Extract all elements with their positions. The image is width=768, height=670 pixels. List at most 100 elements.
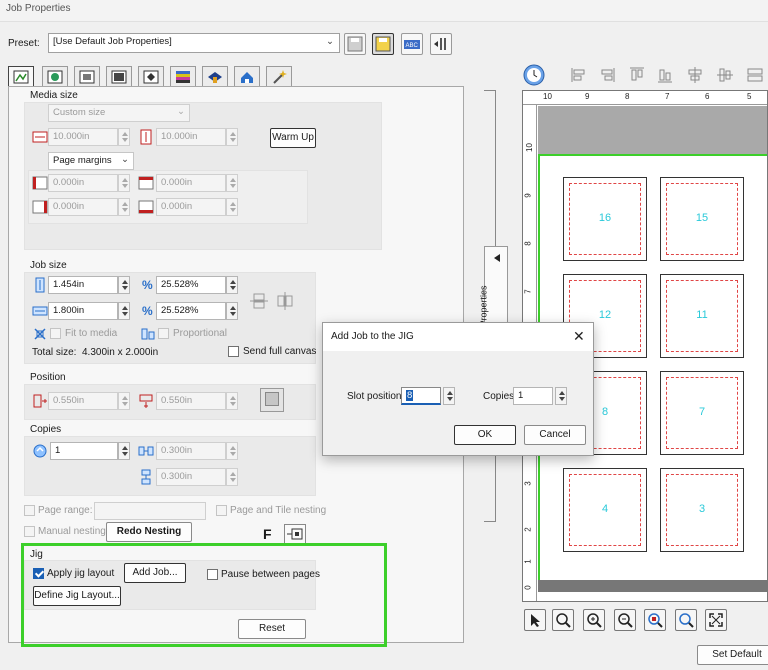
set-default-button[interactable]: Set Default <box>697 645 768 665</box>
horizontal-gap-spinner[interactable] <box>226 442 238 460</box>
jig-slot[interactable]: 11 <box>660 274 744 358</box>
preset-select[interactable]: [Use Default Job Properties] ⌄ <box>48 33 340 53</box>
flip-horizontal-icon[interactable] <box>274 290 296 312</box>
jig-slot[interactable]: 16 <box>563 177 647 261</box>
center-vertical-button[interactable] <box>716 66 734 87</box>
media-height-field[interactable]: 10.000in <box>156 128 226 146</box>
position-anchor-button[interactable] <box>260 388 284 412</box>
proportional-checkbox[interactable] <box>158 328 169 339</box>
copies-count-spinner[interactable] <box>118 442 130 460</box>
job-scale-w-spinner[interactable] <box>226 276 238 294</box>
job-scale-w-field[interactable]: 25.528% <box>156 276 226 294</box>
zoom-page-button[interactable] <box>675 609 697 631</box>
align-right-button[interactable] <box>598 66 616 87</box>
margin-bottom-value: 0.000in <box>161 201 193 212</box>
save-as-preset-button[interactable] <box>372 33 394 55</box>
margin-right-field[interactable]: 0.000in <box>48 198 118 216</box>
tab-options[interactable] <box>138 66 164 86</box>
save-preset-button[interactable] <box>344 33 366 55</box>
vertical-gap-field[interactable]: 0.300in <box>156 468 226 486</box>
vertical-gap-spinner[interactable] <box>226 468 238 486</box>
job-height-spinner[interactable] <box>118 302 130 320</box>
tab-house[interactable] <box>234 66 260 86</box>
align-bottom-button[interactable] <box>656 66 674 87</box>
job-scale-h-field[interactable]: 25.528% <box>156 302 226 320</box>
fit-window-button[interactable] <box>705 609 727 631</box>
preset-label: Preset: <box>8 38 40 49</box>
flip-vertical-icon[interactable] <box>248 290 270 312</box>
margins-type-select[interactable]: Page margins ⌄ <box>48 152 134 170</box>
tab-image[interactable] <box>74 66 100 86</box>
tab-color-bars[interactable] <box>170 66 196 86</box>
clock-icon <box>523 64 545 86</box>
redo-nesting-button[interactable]: Redo Nesting <box>106 522 192 542</box>
dialog-copies-spinner[interactable] <box>555 387 567 405</box>
manual-nesting-checkbox[interactable] <box>24 526 35 537</box>
media-width-field[interactable]: 10.000in <box>48 128 118 146</box>
tab-color[interactable] <box>42 66 68 86</box>
page-range-checkbox[interactable] <box>24 505 35 516</box>
align-left-button[interactable] <box>570 66 588 87</box>
position-x-spinner[interactable] <box>118 392 130 410</box>
timer-button[interactable] <box>522 63 546 87</box>
margin-bottom-field[interactable]: 0.000in <box>156 198 226 216</box>
dialog-copies-value: 1 <box>518 390 524 401</box>
columns-button[interactable] <box>430 33 452 55</box>
zoom-tool-button[interactable] <box>552 609 574 631</box>
margin-left-spinner[interactable] <box>118 174 130 192</box>
cancel-button[interactable]: Cancel <box>524 425 586 445</box>
send-full-canvas-checkbox[interactable] <box>228 346 239 357</box>
tab-effects[interactable] <box>266 66 292 86</box>
margin-top-field[interactable]: 0.000in <box>156 174 226 192</box>
total-size-value: 4.300in x 2.000in <box>82 347 159 358</box>
margin-top-spinner[interactable] <box>226 174 238 192</box>
media-width-spinner[interactable] <box>118 128 130 146</box>
position-y-spinner[interactable] <box>226 392 238 410</box>
jig-slot[interactable]: 15 <box>660 177 744 261</box>
zoom-selection-button[interactable] <box>644 609 666 631</box>
center-vertical-icon <box>717 68 733 82</box>
zoom-in-button[interactable] <box>583 609 605 631</box>
tab-print[interactable] <box>106 66 132 86</box>
close-icon[interactable]: ✕ <box>573 328 585 345</box>
job-scale-h-spinner[interactable] <box>226 302 238 320</box>
select-tool-button[interactable] <box>524 609 546 631</box>
media-type-select[interactable]: Custom size ⌄ <box>48 104 190 122</box>
jig-slot[interactable]: 4 <box>563 468 647 552</box>
margin-left-field[interactable]: 0.000in <box>48 174 118 192</box>
center-horizontal-button[interactable] <box>686 66 704 87</box>
fit-to-media-checkbox[interactable] <box>50 328 61 339</box>
zoom-out-button[interactable] <box>614 609 636 631</box>
nesting-icon-button[interactable] <box>284 524 306 544</box>
warm-up-button[interactable]: Warm Up <box>270 128 316 148</box>
slot-position-field[interactable]: 8 <box>401 387 441 405</box>
margin-bottom-spinner[interactable] <box>226 198 238 216</box>
horizontal-gap-field[interactable]: 0.300in <box>156 442 226 460</box>
ok-button[interactable]: OK <box>454 425 516 445</box>
chevron-down-icon: ⌄ <box>326 36 334 47</box>
tab-layout[interactable] <box>8 66 34 86</box>
media-height-spinner[interactable] <box>226 128 238 146</box>
slot-position-spinner[interactable] <box>443 387 455 405</box>
zoom-cursor-icon <box>556 613 571 628</box>
position-x-field[interactable]: 0.550in <box>48 392 118 410</box>
position-y-field[interactable]: 0.550in <box>156 392 226 410</box>
distribute-button[interactable] <box>746 66 764 87</box>
spell-check-button[interactable]: ABC <box>401 33 423 55</box>
page-range-label: Page range: <box>38 505 93 516</box>
job-width-field[interactable]: 1.454in <box>48 276 118 294</box>
jig-slot[interactable]: 7 <box>660 371 744 455</box>
ruler-tick: 6 <box>705 92 710 101</box>
align-top-button[interactable] <box>628 66 646 87</box>
tab-finishing[interactable] <box>202 66 228 86</box>
page-tile-nesting-checkbox[interactable] <box>216 505 227 516</box>
job-width-spinner[interactable] <box>118 276 130 294</box>
slot-position-label: Slot position <box>347 391 402 402</box>
jig-slot[interactable]: 3 <box>660 468 744 552</box>
page-range-field[interactable] <box>94 502 206 520</box>
manual-nesting-label: Manual nesting <box>38 526 106 537</box>
job-height-field[interactable]: 1.800in <box>48 302 118 320</box>
copies-count-field[interactable]: 1 <box>50 442 118 460</box>
dialog-copies-field[interactable]: 1 <box>513 387 553 405</box>
margin-right-spinner[interactable] <box>118 198 130 216</box>
